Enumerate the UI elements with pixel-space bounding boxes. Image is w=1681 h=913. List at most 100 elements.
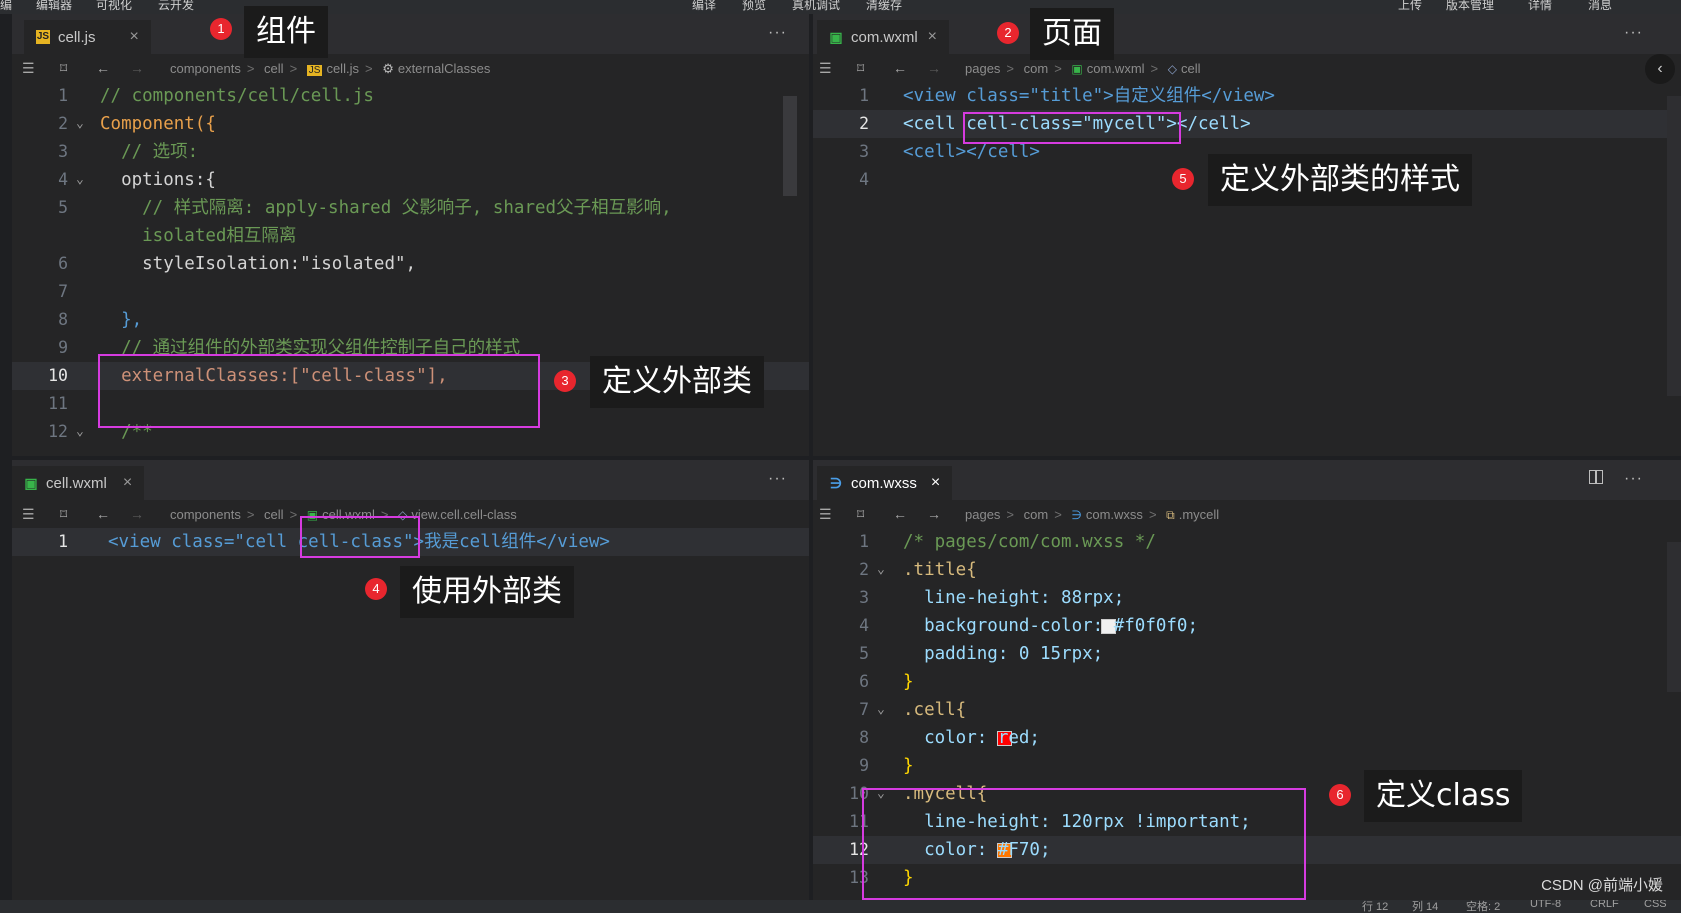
breadcrumb-item[interactable]: com: [1024, 507, 1049, 522]
chevron-down-icon: ⌄: [76, 424, 84, 439]
outline-icon[interactable]: ☰: [819, 60, 832, 77]
back-arrow-icon[interactable]: ←: [96, 60, 110, 76]
cube-icon: ◇: [1167, 62, 1177, 76]
scrollbar[interactable]: [1667, 96, 1681, 396]
bookmark-icon[interactable]: ⌑: [857, 506, 864, 523]
status-col[interactable]: 列 14: [1412, 900, 1438, 913]
menu-compile[interactable]: 编译: [692, 0, 716, 13]
bookmark-icon[interactable]: ⌑: [60, 506, 67, 523]
collapse-panel-button[interactable]: ‹: [1645, 54, 1675, 84]
callout-label: 定义外部类的样式: [1208, 154, 1472, 206]
chevron-down-icon: ⌄: [877, 702, 885, 717]
breadcrumb: components > cell > JS cell.js > ⚙ externalCl…: [170, 61, 491, 76]
breadcrumb-item[interactable]: cell.js: [326, 61, 359, 76]
code-line: isolated相互隔离: [100, 226, 297, 246]
breadcrumb-item[interactable]: cell: [264, 61, 284, 76]
forward-arrow-icon[interactable]: →: [130, 60, 144, 76]
code-line-current: 12 color: #F70;: [813, 836, 1681, 864]
status-line[interactable]: 行 12: [1362, 900, 1388, 913]
outline-icon[interactable]: ☰: [22, 60, 35, 77]
menu-preview[interactable]: 预览: [742, 0, 766, 13]
menu-upload[interactable]: 上传: [1398, 0, 1422, 13]
breadcrumb-item[interactable]: com.wxss: [1086, 507, 1143, 522]
menu-remote-debug[interactable]: 真机调试: [792, 0, 840, 13]
menu-clear-cache[interactable]: 清缓存: [866, 0, 902, 13]
breadcrumb-item[interactable]: cell: [1181, 61, 1201, 76]
menu-visual[interactable]: 可视化: [96, 0, 132, 13]
code-line: 9}: [859, 756, 914, 776]
more-actions-icon[interactable]: ···: [768, 470, 787, 488]
code-area[interactable]: 1/* pages/com/com.wxss */ 2 ⌄ .title{ 3 li…: [813, 528, 1681, 900]
tab-com-wxss[interactable]: ∋ com.wxss ×: [817, 466, 953, 500]
code-line: 1 <view class="title">自定义组件</view>: [859, 86, 1275, 106]
breadcrumb-item[interactable]: externalClasses: [398, 61, 491, 76]
wxml-file-icon: ▣: [1071, 62, 1083, 76]
wxml-file-icon: ▣: [306, 508, 319, 522]
chevron-down-icon: ⌄: [76, 172, 84, 187]
menu-version[interactable]: 版本管理: [1446, 0, 1494, 13]
breadcrumb-item[interactable]: com.wxml: [1087, 61, 1145, 76]
outline-icon[interactable]: ☰: [22, 506, 35, 523]
tab-com-wxml[interactable]: ▣ com.wxml ×: [817, 20, 950, 54]
close-icon[interactable]: ×: [123, 474, 132, 492]
scrollbar[interactable]: [783, 96, 797, 196]
editor-pane-cell-wxml: ▣ cell.wxml × ··· ☰ ⌑ ← → components > ce…: [12, 460, 809, 900]
tab-cell-wxml[interactable]: ▣ cell.wxml ×: [12, 466, 145, 500]
menu-editor[interactable]: 编辑器: [36, 0, 72, 13]
forward-arrow-icon[interactable]: →: [927, 60, 941, 76]
split-editor-icon[interactable]: [1589, 470, 1603, 484]
scrollbar[interactable]: [1667, 542, 1681, 692]
callout-label: 使用外部类: [400, 566, 574, 618]
back-arrow-icon[interactable]: ←: [96, 506, 110, 522]
bookmark-icon[interactable]: ⌑: [857, 60, 864, 77]
menu-details[interactable]: 详情: [1528, 0, 1552, 13]
breadcrumb-item[interactable]: cell: [264, 507, 284, 522]
editor-toolbar: ☰ ⌑ ← → pages > com > ▣ com.wxml > ◇ cell: [813, 54, 1681, 82]
callout-badge: 1: [210, 18, 232, 40]
tab-bar: ∋ com.wxss × ···: [813, 460, 1681, 500]
breadcrumb-item[interactable]: pages: [965, 507, 1000, 522]
menu-cloud[interactable]: 云开发: [158, 0, 194, 13]
code-line: 6 styleIsolation:"isolated",: [58, 254, 417, 274]
close-icon[interactable]: ×: [931, 474, 940, 492]
cube-icon: ◇: [398, 508, 408, 522]
callout-label: 定义外部类: [590, 356, 764, 408]
tab-label: cell.wxml: [46, 474, 107, 492]
more-actions-icon[interactable]: ···: [1624, 470, 1643, 488]
status-indent[interactable]: 空格: 2: [1466, 900, 1500, 913]
status-eol[interactable]: CRLF: [1590, 900, 1619, 910]
outline-icon[interactable]: ☰: [819, 506, 832, 523]
callout-badge: 4: [365, 578, 387, 600]
breadcrumb-item[interactable]: components: [170, 507, 241, 522]
more-actions-icon[interactable]: ···: [1624, 24, 1643, 42]
back-arrow-icon[interactable]: ←: [893, 506, 907, 522]
menu-messages[interactable]: 消息: [1588, 0, 1612, 13]
breadcrumb-item[interactable]: cell.wxml: [322, 507, 375, 522]
callout-badge: 6: [1329, 784, 1351, 806]
editor-pane-com-wxss: ∋ com.wxss × ··· ☰ ⌑ ← → pages > com > ∋ co…: [813, 460, 1681, 900]
code-line: 7: [58, 282, 68, 301]
bookmark-icon[interactable]: ⌑: [60, 60, 67, 77]
forward-arrow-icon[interactable]: →: [130, 506, 144, 522]
code-area[interactable]: 1 <view class="title">自定义组件</view> 2 <cell…: [813, 82, 1681, 456]
status-encoding[interactable]: UTF-8: [1530, 900, 1561, 910]
tab-label: cell.js: [58, 28, 96, 46]
close-icon[interactable]: ×: [928, 28, 937, 46]
forward-arrow-icon[interactable]: →: [927, 506, 941, 522]
menu-item-cut[interactable]: 编: [0, 0, 12, 13]
code-line: 3 line-height: 88rpx;: [859, 588, 1125, 608]
code-line: 10 ⌄ .mycell{: [813, 780, 1681, 808]
chevron-down-icon: ⌄: [76, 116, 84, 131]
breadcrumb-item[interactable]: view.cell.cell-class: [411, 507, 516, 522]
breadcrumb-item[interactable]: .mycell: [1179, 507, 1219, 522]
back-arrow-icon[interactable]: ←: [893, 60, 907, 76]
more-actions-icon[interactable]: ···: [768, 24, 787, 42]
close-icon[interactable]: ×: [130, 28, 139, 46]
editor-toolbar: ☰ ⌑ ← → components > cell > JS cell.js > ⚙ ex…: [12, 54, 809, 82]
tab-cell-js[interactable]: JS cell.js ×: [24, 20, 151, 54]
status-language[interactable]: CSS: [1644, 900, 1667, 910]
breadcrumb-item[interactable]: pages: [965, 61, 1000, 76]
breadcrumb-item[interactable]: com: [1024, 61, 1049, 76]
status-bar: 行 12 列 14 空格: 2 UTF-8 CRLF CSS: [0, 900, 1681, 913]
breadcrumb-item[interactable]: components: [170, 61, 241, 76]
